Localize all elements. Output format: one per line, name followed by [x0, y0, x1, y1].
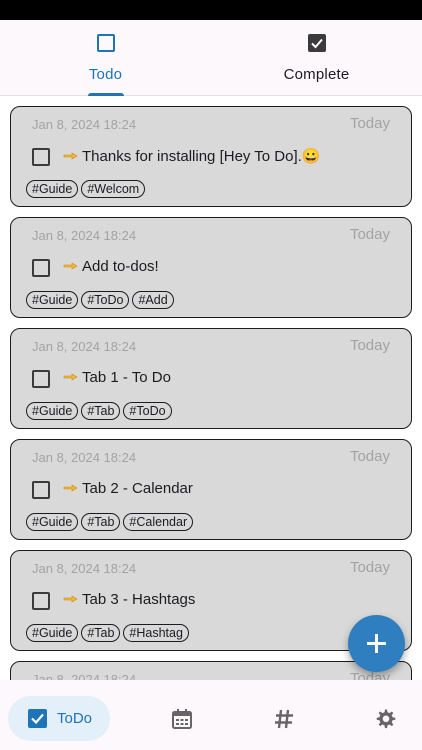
pointing-hand-icon [63, 152, 78, 160]
todo-checkbox[interactable] [32, 259, 50, 277]
hashtag-chip[interactable]: #Guide [26, 402, 79, 420]
hashtag-chip[interactable]: #Guide [26, 291, 79, 309]
todo-card[interactable]: Jan 8, 2024 18:24 Today Tab 2 - Calendar… [10, 439, 412, 540]
todo-title: Tab 2 - Calendar [82, 480, 193, 497]
todo-card[interactable]: Jan 8, 2024 18:24 Today Tab 1 - To Do #G… [10, 328, 412, 429]
tab-todo[interactable]: Todo [0, 20, 211, 96]
todo-relative-date: Today [349, 115, 390, 132]
todo-title: Tab 3 - Hashtags [82, 591, 196, 608]
todo-relative-date: Today [349, 559, 390, 576]
todo-card[interactable]: Jan 8, 2024 18:24 Today Add to-dos! #Gui… [10, 217, 412, 318]
todo-relative-date: Today [349, 226, 390, 243]
todo-tags: #Guide #Tab #Calendar [26, 513, 196, 531]
todo-title-row: Add to-dos! [63, 258, 159, 275]
todo-date: Jan 8, 2024 18:24 [32, 450, 137, 465]
todo-checkbox[interactable] [32, 148, 50, 166]
tab-complete[interactable]: Complete [211, 20, 422, 96]
nav-todo-label: ToDo [57, 710, 93, 727]
hashtag-chip[interactable]: #Calendar [123, 513, 194, 531]
todo-title-row: Thanks for installing [Hey To Do].😀 [63, 147, 321, 165]
todo-card[interactable]: Jan 8, 2024 18:24 Today Thanks for insta… [10, 106, 412, 207]
tab-complete-label: Complete [283, 66, 350, 83]
checkbox-icon [28, 709, 47, 728]
top-tab-bar: Todo Complete [0, 20, 422, 96]
gear-icon[interactable] [374, 708, 396, 730]
todo-relative-date: Today [349, 337, 390, 354]
tab-todo-label: Todo [88, 66, 123, 83]
hashtag-chip[interactable]: #Tab [81, 513, 121, 531]
hashtag-chip[interactable]: #Guide [26, 513, 79, 531]
hashtag-chip[interactable]: #ToDo [123, 402, 172, 420]
hashtag-chip[interactable]: #Welcom [81, 180, 146, 198]
todo-tags: #Guide #Tab #Hashtag [26, 624, 192, 642]
todo-title: Thanks for installing [Hey To Do].😀 [82, 148, 321, 165]
todo-date: Jan 8, 2024 18:24 [32, 339, 137, 354]
todo-tags: #Guide #Tab #ToDo [26, 402, 175, 420]
todo-title: Tab 1 - To Do [82, 369, 171, 386]
pointing-hand-icon [63, 595, 78, 603]
hashtag-icon[interactable] [273, 708, 295, 730]
todo-card[interactable]: Jan 8, 2024 18:24 Today [10, 661, 412, 680]
todo-date: Jan 8, 2024 18:24 [32, 561, 137, 576]
todo-list[interactable]: Jan 8, 2024 18:24 Today Thanks for insta… [0, 96, 422, 680]
hashtag-chip[interactable]: #Hashtag [123, 624, 189, 642]
todo-tags: #Guide #ToDo #Add [26, 291, 177, 309]
todo-date: Jan 8, 2024 18:24 [32, 117, 137, 132]
bottom-navigation: ToDo [0, 680, 422, 750]
pointing-hand-icon [63, 262, 78, 270]
todo-relative-date: Today [349, 670, 390, 680]
status-bar [0, 0, 422, 20]
todo-title-row: Tab 1 - To Do [63, 369, 171, 386]
calendar-icon[interactable] [171, 708, 193, 730]
hashtag-chip[interactable]: #Add [132, 291, 174, 309]
todo-relative-date: Today [349, 448, 390, 465]
pointing-hand-icon [63, 484, 78, 492]
hashtag-chip[interactable]: #Guide [26, 180, 79, 198]
todo-checkbox[interactable] [32, 481, 50, 499]
unchecked-box-icon [96, 34, 115, 52]
hashtag-chip[interactable]: #Tab [81, 624, 121, 642]
todo-title: Add to-dos! [82, 258, 159, 275]
todo-date: Jan 8, 2024 18:24 [32, 672, 137, 680]
todo-title-row: Tab 2 - Calendar [63, 480, 193, 497]
hashtag-chip[interactable]: #Guide [26, 624, 79, 642]
todo-checkbox[interactable] [32, 592, 50, 610]
plus-icon-stroke [375, 634, 378, 653]
nav-todo[interactable]: ToDo [8, 696, 110, 741]
hashtag-chip[interactable]: #Tab [81, 402, 121, 420]
checked-box-icon [307, 34, 326, 52]
todo-checkbox[interactable] [32, 370, 50, 388]
todo-tags: #Guide #Welcom [26, 180, 148, 198]
add-todo-button[interactable] [348, 615, 405, 672]
todo-date: Jan 8, 2024 18:24 [32, 228, 137, 243]
pointing-hand-icon [63, 373, 78, 381]
hashtag-chip[interactable]: #ToDo [81, 291, 130, 309]
todo-title-row: Tab 3 - Hashtags [63, 591, 195, 608]
